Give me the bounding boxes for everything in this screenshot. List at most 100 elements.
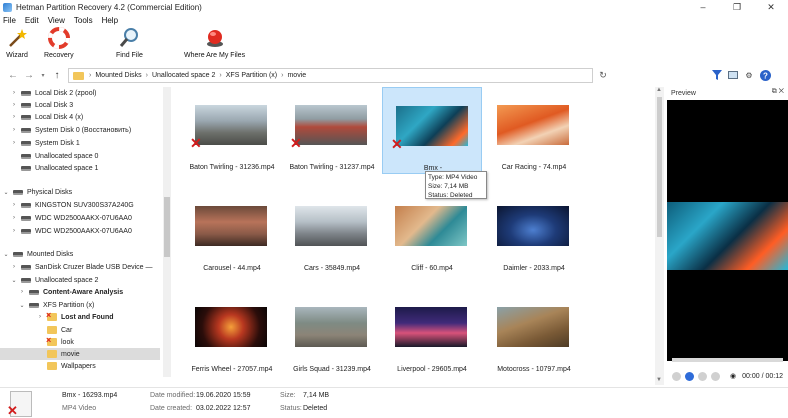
menu-view[interactable]: View — [48, 16, 65, 25]
file-tile[interactable]: Ferris Wheel - 27057.mp4 — [182, 289, 282, 376]
file-tile[interactable]: Cars - 35849.mp4 — [282, 188, 382, 275]
tree-item[interactable]: Unallocated space 0 — [10, 150, 98, 162]
chevron-down-icon[interactable]: ⌄ — [18, 302, 26, 309]
breadcrumb-xfs-partition[interactable]: XFS Partition (x) — [226, 72, 277, 79]
tree-item[interactable]: › Local Disk 3 — [10, 99, 73, 111]
where-are-my-files-button[interactable]: Where Are My Files — [184, 27, 245, 59]
chevron-right-icon[interactable]: › — [10, 90, 18, 96]
address-bar[interactable]: › Mounted Disks › Unallocated space 2 › … — [68, 68, 593, 83]
chevron-right-icon[interactable]: › — [10, 264, 18, 270]
tree-item[interactable]: ⌄ Unallocated space 2 — [10, 274, 98, 286]
back-arrow-icon[interactable]: ← — [6, 68, 20, 82]
menu-tools[interactable]: Tools — [74, 16, 93, 25]
breadcrumb-unallocated-space[interactable]: Unallocated space 2 — [152, 72, 215, 79]
menu-help[interactable]: Help — [102, 16, 118, 25]
tree-item[interactable]: › System Disk 1 — [10, 137, 80, 149]
scroll-down-arrow-icon[interactable]: ▼ — [656, 377, 662, 383]
chevron-down-icon[interactable]: ⌄ — [2, 251, 10, 258]
tree-scrollbar[interactable] — [163, 87, 171, 377]
tree-item[interactable]: › WDC WD2500AAKX-07U6AA0 — [10, 212, 132, 224]
help-icon[interactable]: ? — [759, 69, 771, 81]
folder-tree: › Local Disk 2 (zpool) › Local Disk 3 › Loc… — [0, 87, 163, 377]
refresh-icon[interactable]: ↻ — [596, 68, 610, 82]
seek-bar[interactable] — [672, 358, 783, 362]
up-arrow-icon[interactable]: ↑ — [50, 68, 64, 82]
folder-icon — [47, 362, 57, 370]
tree-item-mounted-disks[interactable]: ⌄ Mounted Disks — [2, 248, 73, 260]
history-dropdown-icon[interactable]: ▾ — [36, 68, 50, 82]
chevron-right-icon[interactable]: › — [10, 215, 18, 221]
chevron-down-icon[interactable]: ⌄ — [10, 277, 18, 284]
video-player[interactable] — [667, 100, 788, 361]
chevron-right-icon[interactable]: › — [18, 289, 26, 295]
breadcrumb-mounted-disks[interactable]: Mounted Disks — [95, 72, 141, 79]
file-tile-selected[interactable]: ✕ Bmx - — [382, 87, 482, 174]
file-tile[interactable]: Cliff - 60.mp4 — [382, 188, 482, 275]
minimize-button[interactable]: – — [686, 0, 720, 14]
file-tile[interactable]: ✕ Baton Twirling - 31237.mp4 — [282, 87, 382, 174]
menu-edit[interactable]: Edit — [25, 16, 39, 25]
status-file-type: MP4 Video — [62, 405, 97, 412]
tree-item[interactable]: › KINGSTON SUV300S37A240G — [10, 199, 134, 211]
tree-item[interactable]: › Local Disk 4 (x) — [10, 111, 83, 123]
file-tooltip: Type: MP4 Video Size: 7,14 MB Status: De… — [425, 171, 487, 199]
maximize-button[interactable]: ❐ — [720, 0, 754, 14]
tree-item-lost-and-found[interactable]: ›Lost and Found — [39, 310, 114, 323]
file-tile[interactable]: Liverpool - 29605.mp4 — [382, 289, 482, 376]
tree-item[interactable]: Wallpapers — [44, 360, 96, 372]
scroll-up-arrow-icon[interactable]: ▲ — [656, 87, 662, 93]
disk-icon — [21, 153, 31, 159]
playback-time: 00:00 / 00:12 — [742, 372, 783, 380]
tree-item-movie[interactable]: movie — [0, 348, 160, 360]
recovery-button[interactable]: Recovery — [44, 27, 74, 59]
tree-item[interactable]: › WDC WD2500AAKX-07U6AA0 — [10, 225, 132, 237]
close-button[interactable]: ✕ — [754, 0, 788, 14]
chevron-right-icon[interactable]: › — [10, 140, 18, 146]
chevron-right-icon[interactable]: › — [10, 102, 18, 108]
tree-item[interactable]: ⌄ XFS Partition (x) — [18, 299, 94, 311]
title-bar: Hetman Partition Recovery 4.2 (Commercia… — [0, 0, 788, 14]
file-tile[interactable]: Carousel - 44.mp4 — [182, 188, 282, 275]
file-tile[interactable]: Daimler - 2033.mp4 — [484, 188, 584, 275]
file-tile[interactable]: Girls Squad - 31239.mp4 — [282, 289, 382, 376]
chevron-right-icon[interactable]: › — [10, 127, 18, 133]
filter-icon[interactable] — [711, 69, 723, 81]
tree-item[interactable]: › Local Disk 2 (zpool) — [10, 87, 96, 99]
play-icon[interactable] — [685, 371, 694, 381]
settings-icon[interactable]: ⚙ — [743, 69, 755, 81]
chevron-right-icon[interactable]: › — [10, 202, 18, 208]
tree-item[interactable]: look — [44, 335, 74, 348]
file-tile[interactable]: ✕ Baton Twirling - 31236.mp4 — [182, 87, 282, 174]
tree-item-physical-disks[interactable]: ⌄ Physical Disks — [2, 186, 72, 198]
menu-bar: File Edit View Tools Help — [0, 14, 127, 26]
tree-item[interactable]: Unallocated space 1 — [10, 162, 98, 174]
video-thumbnail: ✕ — [190, 105, 267, 150]
svg-text:?: ? — [763, 71, 768, 80]
volume-icon[interactable]: ◉ — [730, 372, 736, 380]
deleted-mark-icon: ✕ — [190, 135, 202, 151]
preview-window-buttons[interactable]: ⧉ ✕ — [772, 88, 784, 96]
file-tile[interactable]: Car Racing - 74.mp4 — [484, 87, 584, 174]
status-size: 7,14 MB — [303, 392, 330, 399]
stop-icon[interactable] — [698, 371, 707, 381]
find-file-button[interactable]: Find File — [116, 27, 143, 59]
chevron-down-icon[interactable]: ⌄ — [2, 189, 10, 196]
preview-header: Preview ⧉ ✕ — [671, 88, 784, 97]
tree-item-content-aware[interactable]: › Content-Aware Analysis — [18, 286, 123, 298]
chevron-right-icon[interactable]: › — [10, 114, 18, 120]
forward-arrow-icon[interactable]: → — [22, 68, 36, 82]
next-frame-icon[interactable] — [711, 371, 720, 381]
breadcrumb-movie[interactable]: movie — [287, 72, 306, 79]
previous-frame-icon[interactable] — [672, 371, 681, 381]
chevron-right-icon[interactable]: › — [10, 228, 18, 234]
chevron-right-icon[interactable]: › — [36, 314, 44, 320]
wizard-button[interactable]: Wizard — [6, 27, 28, 59]
tree-item[interactable]: › System Disk 0 (Восстановить) — [10, 124, 131, 136]
tree-item[interactable]: › SanDisk Cruzer Blade USB Device — — [10, 261, 153, 273]
menu-file[interactable]: File — [3, 16, 16, 25]
view-mode-icon[interactable] — [727, 69, 739, 81]
grid-scrollbar[interactable]: ▲ ▼ — [655, 87, 664, 385]
video-thumbnail: ✕ — [290, 105, 367, 150]
file-tile[interactable]: Motocross - 10797.mp4 — [484, 289, 584, 376]
disk-icon — [21, 215, 31, 221]
